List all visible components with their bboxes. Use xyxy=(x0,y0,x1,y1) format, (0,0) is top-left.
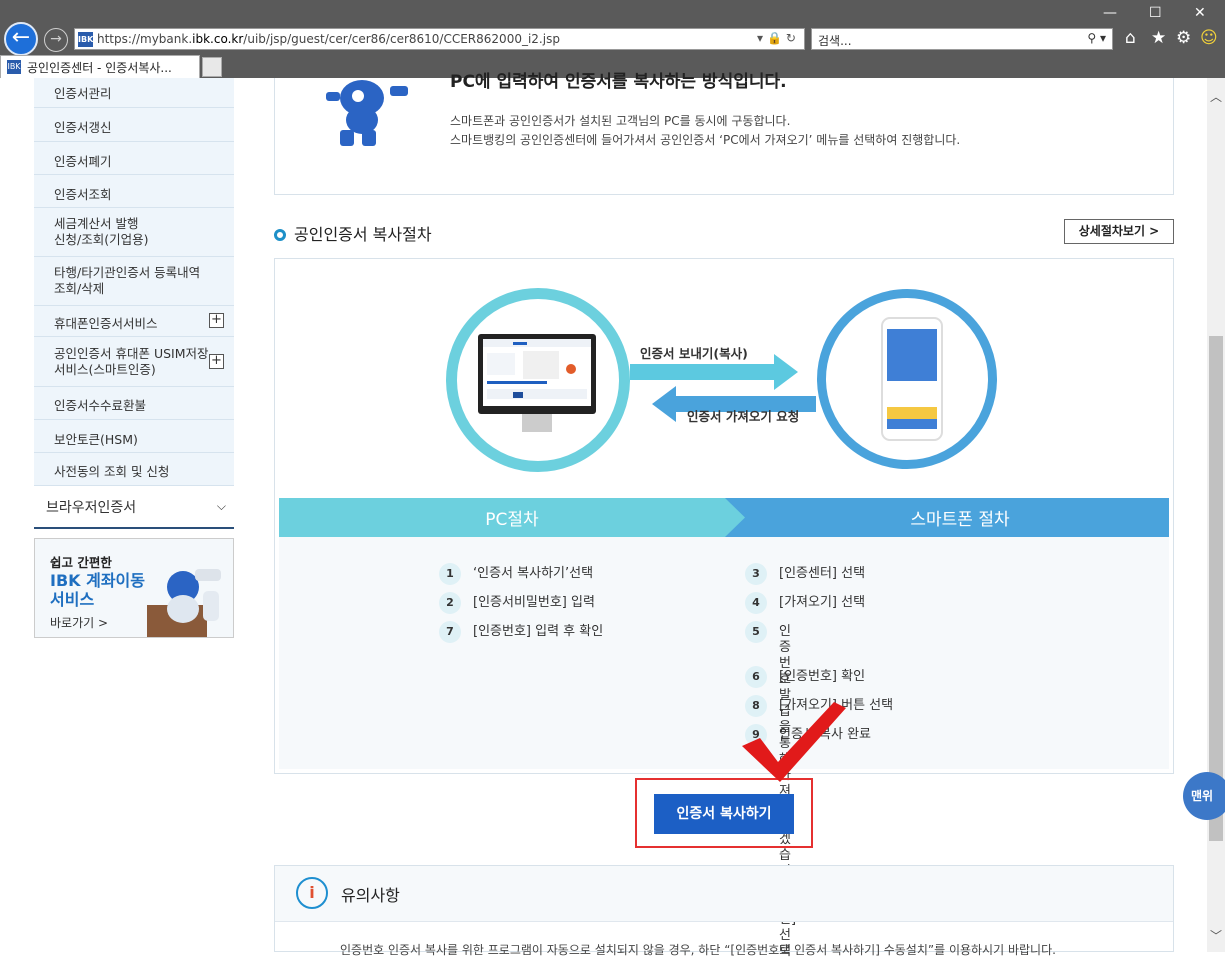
banner-title: IBK 계좌이동 서비스 xyxy=(50,571,145,609)
notice-header xyxy=(275,866,1173,922)
sidebar-item-cert-renew[interactable]: 인증서갱신 xyxy=(34,108,234,142)
notice-text: 인증번호 인증서 복사를 위한 프로그램이 자동으로 설치되지 않을 경우, 하… xyxy=(340,943,1056,957)
page-scrollbar[interactable]: ︿ ﹀ xyxy=(1207,78,1225,952)
sidebar-item-tax-invoice[interactable]: 세금계산서 발행 신청/조회(기업용) xyxy=(34,208,234,257)
intro-heading: PC에 입력하여 인증서를 복사하는 방식입니다. xyxy=(450,72,787,92)
intro-text-2: 스마트뱅킹의 공인인증센터에 들어가셔서 공인인증서 ‘PC에서 가져오기’ 메… xyxy=(450,133,961,147)
settings-gear-icon[interactable]: ⚙ xyxy=(1176,28,1191,48)
section-title: 공인인증서 복사절차 xyxy=(274,221,432,245)
step-text: ‘인증서 복사하기’선택 xyxy=(473,566,594,581)
step-number: 5 xyxy=(745,621,767,643)
account-transfer-banner[interactable]: 쉽고 간편한 IBK 계좌이동 서비스 바로가기 > xyxy=(34,538,234,638)
phone-banner xyxy=(887,407,937,419)
detail-procedure-button[interactable]: 상세절차보기 > xyxy=(1064,219,1174,244)
home-icon[interactable]: ⌂ xyxy=(1125,28,1136,48)
scroll-top-button[interactable]: 맨위 xyxy=(1183,772,1225,820)
address-controls[interactable]: ▾🔒↻ xyxy=(757,31,800,45)
copy-cert-button[interactable]: 인증서 복사하기 xyxy=(654,794,794,834)
sidebar-item-cert-lookup[interactable]: 인증서조회 xyxy=(34,175,234,208)
mascot-robot-icon xyxy=(147,569,221,637)
tab-favicon: IBK xyxy=(7,60,21,74)
step-number: 4 xyxy=(745,592,767,614)
sidebar-item-label: 인증서갱신 xyxy=(54,120,112,135)
step-number: 2 xyxy=(439,592,461,614)
sidebar-item-mobile-cert[interactable]: 휴대폰인증서서비스 + xyxy=(34,306,234,337)
step-text: [가져오기] 선택 xyxy=(779,595,866,610)
scroll-up-arrow-icon[interactable]: ︿ xyxy=(1207,88,1225,105)
info-icon: i xyxy=(296,877,328,909)
url-text: https://mybank.ibk.co.kr/uib/jsp/guest/c… xyxy=(97,32,560,46)
banner-link[interactable]: 바로가기 > xyxy=(50,614,108,631)
sidebar-item-fee-refund[interactable]: 인증서수수료환불 xyxy=(34,387,234,420)
step-text: [인증번호] 입력 후 확인 xyxy=(473,624,604,639)
sidebar-menu: 인증서관리 인증서갱신 인증서폐기 인증서조회 세금계산서 발행 신청/조회(기… xyxy=(34,78,234,486)
scroll-thumb[interactable] xyxy=(1209,336,1223,841)
sidebar-item-usim-cert[interactable]: 공인인증서 휴대폰 USIM저장 서비스(스마트인증) + xyxy=(34,337,234,387)
close-window-icon[interactable]: ✕ xyxy=(1194,5,1206,21)
monitor-stand xyxy=(522,414,552,432)
phone-menu xyxy=(887,381,937,407)
sidebar-item-label: 타행/타기관인증서 등록내역 조회/삭제 xyxy=(54,265,201,296)
maximize-icon[interactable]: ☐ xyxy=(1149,5,1162,21)
minimize-icon[interactable]: — xyxy=(1103,5,1117,21)
expand-plus-icon[interactable]: + xyxy=(209,353,224,369)
step-number: 6 xyxy=(745,666,767,688)
address-bar[interactable]: IBK https://mybank.ibk.co.kr/uib/jsp/gue… xyxy=(74,28,805,50)
forward-button[interactable]: → xyxy=(44,28,68,52)
smiley-feedback-icon[interactable]: ☺ xyxy=(1200,28,1218,48)
sidebar-item-label: 사전동의 조회 및 신청 xyxy=(54,464,170,479)
receive-cert-label: 인증서 가져오기 요청 xyxy=(687,409,800,424)
intro-text-1: 스마트폰과 공인인증서가 설치된 고객님의 PC를 동시에 구동합니다. xyxy=(450,114,791,128)
section-title-text: 공인인증서 복사절차 xyxy=(294,225,432,244)
sidebar-item-label: 보안토큰(HSM) xyxy=(54,432,138,447)
sidebar-browser-cert-label: 브라우저인증서 xyxy=(46,500,137,516)
new-tab-button[interactable] xyxy=(202,57,222,77)
sidebar-item-label: 휴대폰인증서서비스 xyxy=(54,316,158,331)
search-icon[interactable]: ⚲ ▾ xyxy=(1087,31,1106,45)
website-thumbnail-icon xyxy=(483,339,591,399)
step-number: 3 xyxy=(745,563,767,585)
step-text: [인증번호] 확인 xyxy=(779,669,866,684)
pc-procedure-label: PC절차 xyxy=(485,510,539,530)
smartphone-procedure-label: 스마트폰 절차 xyxy=(910,510,1010,530)
sidebar-item-other-bank-cert[interactable]: 타행/타기관인증서 등록내역 조회/삭제 xyxy=(34,257,234,306)
red-checkmark-icon xyxy=(742,702,846,782)
sidebar-item-label: 인증서조회 xyxy=(54,187,112,202)
tab-title: 공인인증센터 - 인증서복사... xyxy=(27,61,172,75)
sidebar-item-label: 인증서관리 xyxy=(54,86,112,101)
expand-plus-icon[interactable]: + xyxy=(209,313,224,328)
notice-title: 유의사항 xyxy=(341,886,400,905)
tab-active[interactable]: IBK 공인인증센터 - 인증서복사... xyxy=(0,55,200,78)
step-text: [인증센터] 선택 xyxy=(779,566,866,581)
step-text: [인증서비밀번호] 입력 xyxy=(473,595,595,610)
sidebar-item-label: 인증서폐기 xyxy=(54,154,112,169)
sidebar-item-cert-manage[interactable]: 인증서관리 xyxy=(34,78,234,108)
back-button[interactable]: ← xyxy=(4,22,38,56)
monitor-screen xyxy=(483,339,591,406)
site-favicon: IBK xyxy=(78,32,93,47)
step-number: 1 xyxy=(439,563,461,585)
search-box[interactable]: 검색... ⚲ ▾ xyxy=(811,28,1113,50)
sidebar-item-prior-consent[interactable]: 사전동의 조회 및 신청 xyxy=(34,453,234,486)
step-number: 7 xyxy=(439,621,461,643)
bullet-circle-icon xyxy=(274,229,286,241)
search-placeholder: 검색... xyxy=(818,34,852,48)
sidebar-item-label: 공인인증서 휴대폰 USIM저장 서비스(스마트인증) xyxy=(54,346,209,377)
sidebar-item-label: 세금계산서 발행 신청/조회(기업용) xyxy=(54,216,149,247)
favorites-star-icon[interactable]: ★ xyxy=(1151,28,1166,48)
send-cert-label: 인증서 보내기(복사) xyxy=(640,346,748,361)
monitor-icon xyxy=(478,334,596,414)
sidebar-item-security-token[interactable]: 보안토큰(HSM) xyxy=(34,420,234,453)
scroll-down-arrow-icon[interactable]: ﹀ xyxy=(1207,927,1225,944)
smartphone-icon xyxy=(881,317,943,441)
sidebar-browser-cert[interactable]: 브라우저인증서 ⌵ xyxy=(34,487,234,529)
chevron-down-icon: ⌵ xyxy=(216,499,226,513)
sidebar-item-cert-revoke[interactable]: 인증서폐기 xyxy=(34,142,234,175)
banner-tagline: 쉽고 간편한 xyxy=(50,555,112,570)
mascot-robot-icon xyxy=(326,80,408,146)
sidebar-item-label: 인증서수수료환불 xyxy=(54,398,147,413)
